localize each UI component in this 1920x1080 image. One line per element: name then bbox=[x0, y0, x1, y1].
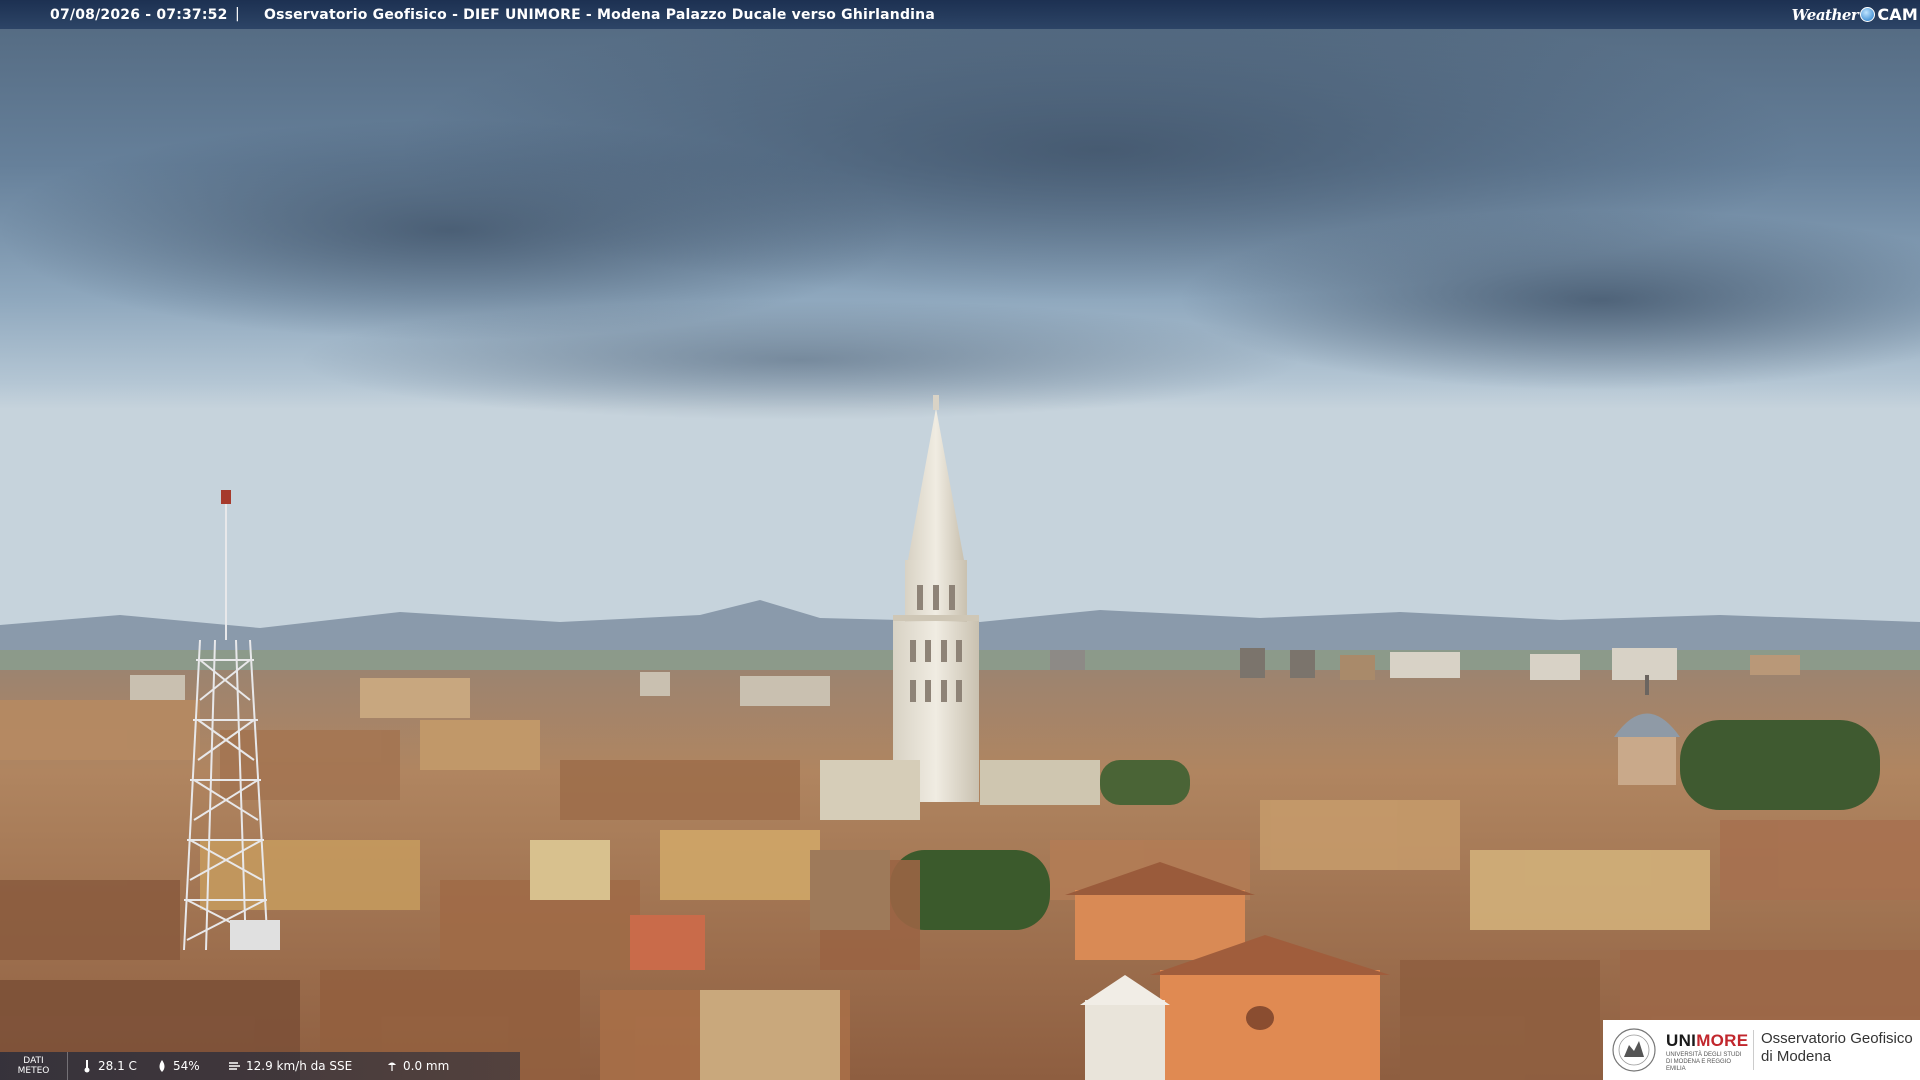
uni-text: UNI bbox=[1666, 1031, 1697, 1050]
observatory-line2: di Modena bbox=[1761, 1048, 1832, 1065]
top-info-bar: 07/08/2026 - 07:37:52 | Osservatorio Geo… bbox=[0, 0, 1920, 29]
trees bbox=[1100, 760, 1190, 805]
observatory-line1: Osservatorio Geofisico bbox=[1761, 1030, 1913, 1047]
humidity-icon bbox=[159, 1060, 165, 1072]
camera-title: Osservatorio Geofisico - DIEF UNIMORE - … bbox=[264, 7, 935, 23]
university-subtitle: UNIVERSITÀ DEGLI STUDI DI MODENA E REGGI… bbox=[1666, 1052, 1742, 1072]
separator: | bbox=[235, 6, 240, 22]
wind-icon bbox=[229, 1062, 240, 1070]
temperature-value: 28.1 C bbox=[98, 1059, 137, 1073]
meteo-label-line2: METEO bbox=[17, 1066, 50, 1076]
wind-value: 12.9 km/h da SSE bbox=[246, 1059, 353, 1073]
weathercam-logo: Weather CAM bbox=[1792, 3, 1918, 26]
timestamp: 07/08/2026 - 07:37:52 bbox=[50, 7, 228, 23]
brand-part2: CAM bbox=[1877, 5, 1918, 24]
cathedral bbox=[820, 760, 920, 820]
humidity-reading: 54% bbox=[155, 1059, 200, 1073]
webcam-scene bbox=[0, 0, 1920, 1080]
brand-part1: Weather bbox=[1791, 5, 1859, 24]
rain-value: 0.0 mm bbox=[403, 1059, 450, 1073]
weathercam-dot-icon bbox=[1860, 7, 1876, 22]
wind-reading: 12.9 km/h da SSE bbox=[228, 1059, 352, 1073]
thermometer-icon bbox=[84, 1060, 90, 1073]
cathedral bbox=[980, 760, 1100, 805]
temperature-reading: 28.1 C bbox=[80, 1059, 137, 1073]
humidity-value: 54% bbox=[173, 1059, 200, 1073]
meteo-bar: DATI METEO 28.1 C 54% 12.9 km/h da SSE 0… bbox=[0, 1052, 520, 1080]
meteo-label: DATI METEO bbox=[0, 1052, 68, 1080]
rain-icon bbox=[388, 1062, 396, 1071]
more-text: MORE bbox=[1696, 1031, 1749, 1050]
cloud bbox=[300, 300, 1300, 420]
unimore-logo-box: UNIMORE UNIVERSITÀ DEGLI STUDI DI MODENA… bbox=[1603, 1020, 1920, 1080]
antenna-base-units bbox=[230, 920, 280, 950]
trees bbox=[1680, 720, 1880, 810]
meteo-label-line1: DATI bbox=[23, 1056, 44, 1066]
logo-divider bbox=[1753, 1030, 1754, 1070]
rain-reading: 0.0 mm bbox=[385, 1059, 449, 1073]
observatory-name: Osservatorio Geofisico di Modena bbox=[1761, 1030, 1913, 1066]
university-seal-icon bbox=[1612, 1028, 1656, 1072]
unimore-wordmark: UNIMORE bbox=[1666, 1031, 1748, 1051]
